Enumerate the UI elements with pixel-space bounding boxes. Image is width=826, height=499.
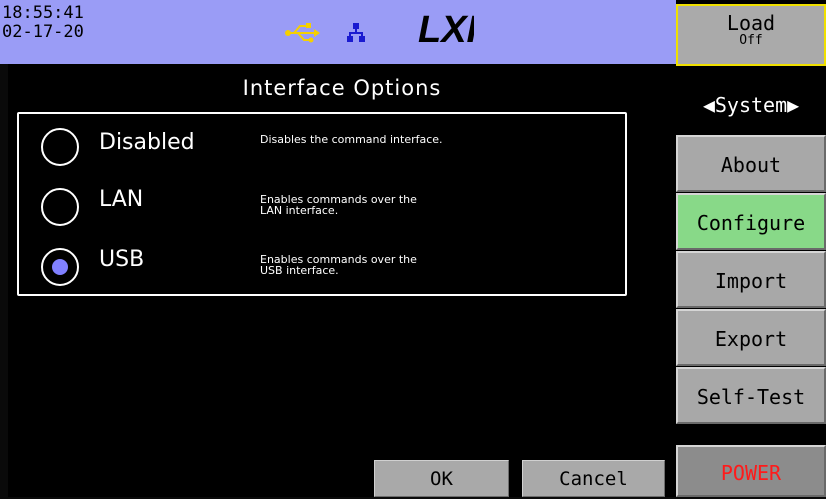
usb-icon <box>285 23 320 43</box>
export-button[interactable]: Export <box>676 309 826 366</box>
lxi-logo: LXI <box>418 9 474 48</box>
option-description: Enables commands over the LAN interface. <box>260 193 417 217</box>
import-button[interactable]: Import <box>676 251 826 308</box>
about-button[interactable]: About <box>676 135 826 192</box>
option-label: Disabled <box>99 130 195 155</box>
load-label: Load <box>726 11 776 35</box>
self-test-button[interactable]: Self-Test <box>676 367 826 424</box>
options-group: Disabled Disables the command interface.… <box>17 112 627 296</box>
option-disabled[interactable]: Disabled Disables the command interface. <box>19 122 625 182</box>
lxi-logo-text: LXI <box>418 9 474 48</box>
status-bar: 18:55:41 02-17-20 LXI <box>0 0 676 64</box>
radio-disabled[interactable] <box>41 128 79 166</box>
time-text: 18:55:41 <box>2 3 84 23</box>
ok-button[interactable]: OK <box>374 460 509 497</box>
load-button[interactable]: Load Off <box>676 4 826 66</box>
option-lan[interactable]: LAN Enables commands over the LAN interf… <box>19 182 625 242</box>
radio-selected-dot <box>52 259 68 275</box>
configure-button[interactable]: Configure <box>676 193 826 250</box>
dialog-title: Interface Options <box>242 76 442 100</box>
date-text: 02-17-20 <box>2 22 84 42</box>
load-state: Off <box>739 33 763 48</box>
clock: 18:55:41 02-17-20 <box>2 4 84 42</box>
option-usb[interactable]: USB Enables commands over the USB interf… <box>19 242 625 302</box>
system-section-selector[interactable]: ◀System▶ <box>676 88 826 122</box>
option-description: Disables the command interface. <box>260 133 443 146</box>
cancel-button[interactable]: Cancel <box>522 460 665 497</box>
option-label: USB <box>99 247 145 272</box>
power-button[interactable]: POWER <box>676 445 826 497</box>
radio-lan[interactable] <box>41 188 79 226</box>
option-label: LAN <box>99 187 144 212</box>
lan-icon <box>347 23 365 42</box>
radio-usb[interactable] <box>41 248 79 286</box>
dialog-panel: Interface Options Disabled Disables the … <box>8 64 676 497</box>
option-description: Enables commands over the USB interface. <box>260 253 417 277</box>
sidebar: Load Off ◀System▶ About Configure Import… <box>676 0 826 497</box>
